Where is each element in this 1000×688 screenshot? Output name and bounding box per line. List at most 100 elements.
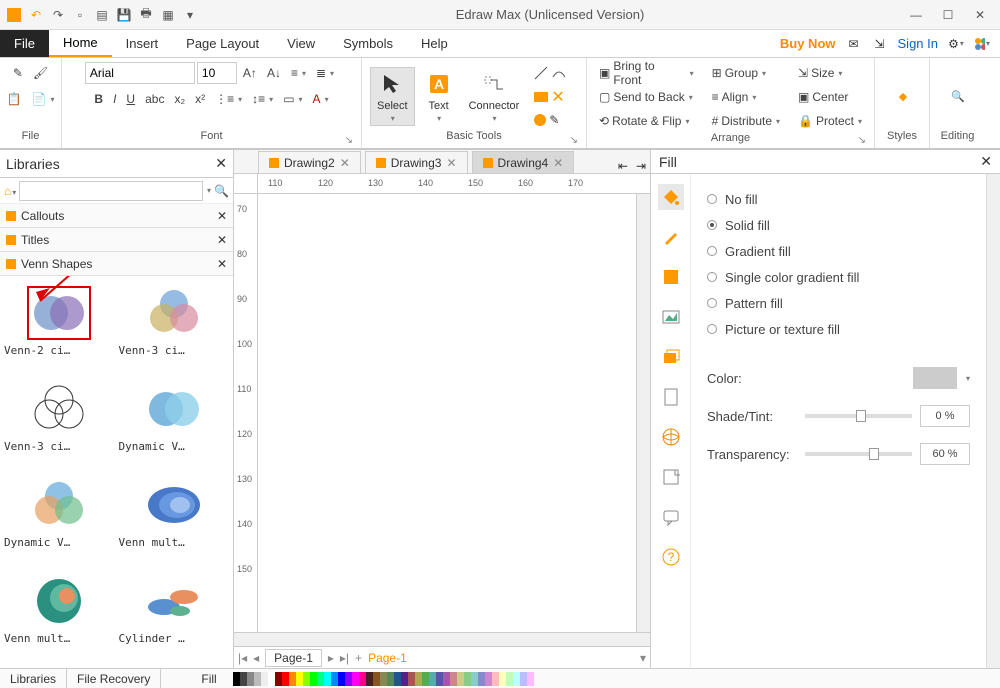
open-icon[interactable]: ▤ <box>93 6 111 24</box>
radio-gradient-fill[interactable]: Gradient fill <box>707 238 970 264</box>
picture-icon[interactable] <box>658 304 684 330</box>
highlight-icon[interactable]: ▭▾ <box>279 88 306 110</box>
styles-button[interactable]: ◆ <box>883 80 923 112</box>
page-last-icon[interactable]: ▸| <box>340 651 349 665</box>
size-button[interactable]: ⇲ Size▾ <box>794 62 866 84</box>
line-spacing-icon[interactable]: ↕≡▾ <box>248 88 277 110</box>
radio-single-gradient-fill[interactable]: Single color gradient fill <box>707 264 970 290</box>
close-icon[interactable]: ✕ <box>446 156 456 170</box>
underline-button[interactable]: U <box>122 88 139 110</box>
close-icon[interactable]: ✕ <box>217 209 227 223</box>
protect-button[interactable]: 🔒 Protect▾ <box>794 110 866 132</box>
pen-icon[interactable] <box>658 224 684 250</box>
shape-venn-3-color[interactable]: Venn-3 ci… <box>119 282 230 374</box>
tools-dialog-launcher[interactable]: ↘ <box>570 135 578 146</box>
note-icon[interactable] <box>658 464 684 490</box>
radio-pattern-fill[interactable]: Pattern fill <box>707 290 970 316</box>
rect-icon[interactable] <box>533 91 549 103</box>
status-file-recovery-tab[interactable]: File Recovery <box>67 669 161 688</box>
circle-icon[interactable] <box>533 113 547 127</box>
center-button[interactable]: ▣ Center <box>794 86 866 108</box>
minimize-button[interactable]: — <box>901 5 931 25</box>
home-icon[interactable]: ⌂▾ <box>4 184 16 198</box>
color-dropdown-icon[interactable]: ▾ <box>966 374 970 383</box>
align-top-icon[interactable]: ≣▾ <box>312 62 338 84</box>
shade-slider[interactable] <box>805 414 912 418</box>
fill-panel-close-icon[interactable]: ✕ <box>980 153 992 170</box>
buy-now-link[interactable]: Buy Now <box>780 36 836 51</box>
fill-scrollbar[interactable] <box>986 174 1000 668</box>
page-prev-icon[interactable]: ◂ <box>253 651 259 665</box>
close-icon[interactable]: ✕ <box>217 257 227 271</box>
maximize-button[interactable]: ☐ <box>933 5 963 25</box>
shadow-icon[interactable] <box>658 264 684 290</box>
tab-page-layout[interactable]: Page Layout <box>172 30 273 57</box>
send-icon[interactable]: ✉ <box>846 36 862 52</box>
category-venn[interactable]: Venn Shapes✕ <box>0 252 233 276</box>
close-icon[interactable]: ✕ <box>340 156 350 170</box>
rotate-flip-button[interactable]: ⟲ Rotate & Flip▾ <box>595 110 698 132</box>
page-first-icon[interactable]: |◂ <box>238 651 247 665</box>
tab-home[interactable]: Home <box>49 30 112 57</box>
qat-dropdown-icon[interactable]: ▾ <box>181 6 199 24</box>
canvas-scrollbar-v[interactable] <box>636 194 650 632</box>
line-icon[interactable] <box>533 65 549 81</box>
text-tool[interactable]: A Text▾ <box>419 68 459 125</box>
editing-button[interactable]: 🔍 <box>938 80 978 112</box>
new-icon[interactable]: ▫ <box>71 6 89 24</box>
gear-icon[interactable]: ⚙▾ <box>948 36 964 52</box>
doc-tab-drawing2[interactable]: Drawing2✕ <box>258 151 361 173</box>
radio-texture-fill[interactable]: Picture or texture fill <box>707 316 970 342</box>
transparency-value[interactable]: 60 % <box>920 443 970 465</box>
layers-icon[interactable] <box>658 344 684 370</box>
tab-help[interactable]: Help <box>407 30 462 57</box>
export-icon[interactable]: ▦ <box>159 6 177 24</box>
superscript-icon[interactable]: x² <box>191 88 209 110</box>
canvas-scrollbar-h[interactable] <box>234 633 650 646</box>
file-menu[interactable]: File <box>0 30 49 57</box>
align-left-icon[interactable]: ≡▾ <box>287 62 310 84</box>
shape-dynamic-v2[interactable]: Dynamic V… <box>4 474 115 566</box>
bullets-icon[interactable]: ⋮≡▾ <box>211 88 246 110</box>
doc-tab-drawing3[interactable]: Drawing3✕ <box>365 151 468 173</box>
libraries-search-input[interactable] <box>19 181 203 201</box>
distribute-button[interactable]: # Distribute▾ <box>708 110 784 132</box>
tab-nav-left-icon[interactable]: ⇤ <box>614 159 632 173</box>
pencil-icon[interactable]: ✎ <box>549 113 559 127</box>
tab-view[interactable]: View <box>273 30 329 57</box>
format-painter-icon[interactable]: ✎ <box>9 62 27 84</box>
fill-bucket-icon[interactable] <box>658 184 684 210</box>
align-button[interactable]: ≡ Align▾ <box>708 86 784 108</box>
globe-icon[interactable] <box>658 424 684 450</box>
save-icon[interactable]: 💾 <box>115 6 133 24</box>
connector-tool[interactable]: Connector▾ <box>463 68 526 125</box>
cross-icon[interactable]: ✕ <box>551 87 564 107</box>
close-button[interactable]: ✕ <box>965 5 995 25</box>
page-add-icon[interactable]: + <box>355 651 362 665</box>
brush-icon[interactable]: 🖌 <box>29 62 52 84</box>
libraries-close-icon[interactable]: ✕ <box>215 155 227 172</box>
group-button[interactable]: ⊞ Group▾ <box>708 62 784 84</box>
undo-icon[interactable]: ↶ <box>27 6 45 24</box>
font-name-combo[interactable] <box>85 62 195 84</box>
color-picker[interactable] <box>913 367 957 389</box>
redo-icon[interactable]: ↷ <box>49 6 67 24</box>
radio-solid-fill[interactable]: Solid fill <box>707 212 970 238</box>
paste-icon[interactable]: 📋 <box>3 88 26 110</box>
copy-icon[interactable]: 📄▾ <box>28 88 59 110</box>
print-icon[interactable]: 🖶 <box>137 6 155 24</box>
send-to-back-button[interactable]: ▢ Send to Back▾ <box>595 86 698 108</box>
decrease-font-icon[interactable]: A↓ <box>263 62 285 84</box>
subscript-icon[interactable]: x₂ <box>170 88 189 110</box>
search-icon[interactable]: 🔍 <box>214 184 229 198</box>
category-callouts[interactable]: Callouts✕ <box>0 204 233 228</box>
strikethrough-icon[interactable]: abc <box>141 88 168 110</box>
tab-nav-right-icon[interactable]: ⇥ <box>632 159 650 173</box>
canvas[interactable] <box>258 194 636 632</box>
tab-insert[interactable]: Insert <box>112 30 173 57</box>
help-icon[interactable]: ? <box>658 544 684 570</box>
color-palette[interactable] <box>233 672 534 686</box>
close-icon[interactable]: ✕ <box>553 156 563 170</box>
search-dropdown-icon[interactable]: ▾ <box>207 186 211 195</box>
transparency-slider[interactable] <box>805 452 912 456</box>
